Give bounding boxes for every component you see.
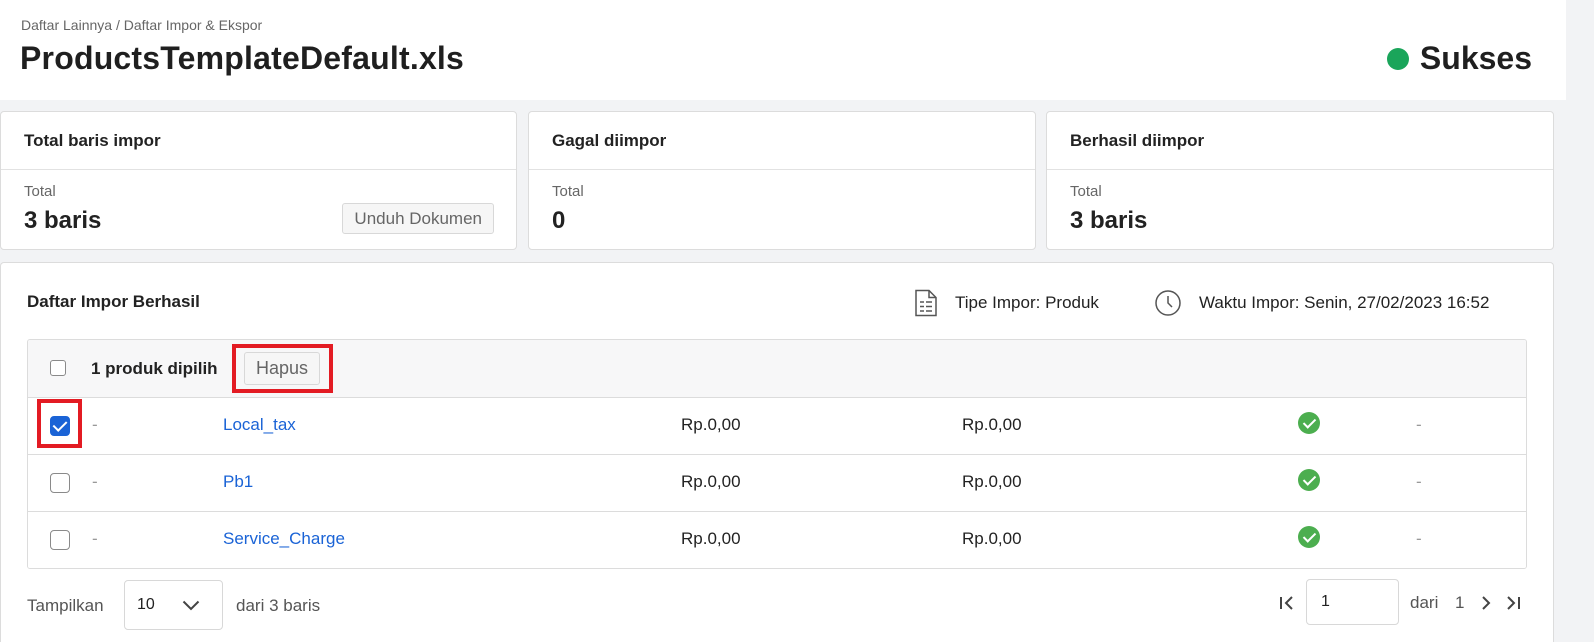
import-time-text: Waktu Impor: Senin, 27/02/2023 16:52: [1199, 293, 1490, 312]
row-checkbox[interactable]: [50, 473, 70, 493]
table-row: - Local_tax Rp.0,00 Rp.0,00 -: [28, 398, 1526, 455]
page-size-select[interactable]: 10: [124, 580, 223, 630]
status-text: Sukses: [1419, 40, 1532, 76]
card-subtitle: Total: [552, 183, 584, 200]
row-price: Rp.0,00: [962, 529, 1022, 548]
select-all-checkbox[interactable]: [50, 360, 66, 376]
document-icon: [915, 289, 937, 317]
import-time-meta: Waktu Impor: Senin, 27/02/2023 16:52: [1154, 289, 1489, 317]
card-subtitle: Total: [24, 183, 56, 200]
page-size-value: 10: [137, 596, 155, 613]
card-subtitle: Total: [1070, 183, 1102, 200]
card-title: Gagal diimpor: [552, 131, 667, 150]
card-value: 0: [552, 207, 566, 234]
success-check-icon: [1298, 469, 1320, 491]
row-note: -: [1416, 529, 1422, 548]
success-check-icon: [1298, 412, 1320, 434]
row-code: -: [92, 472, 98, 491]
card-divider: [529, 169, 1035, 170]
card-divider: [1, 169, 516, 170]
next-page-icon[interactable]: [1476, 593, 1496, 613]
panel-title: Daftar Impor Berhasil: [27, 292, 200, 311]
success-import-panel: Daftar Impor Berhasil Tipe Impor: Produk…: [0, 262, 1554, 642]
download-document-button[interactable]: Unduh Dokumen: [342, 203, 494, 234]
product-name-link[interactable]: Local_tax: [223, 415, 296, 435]
row-note: -: [1416, 472, 1422, 491]
success-check-icon: [1298, 526, 1320, 548]
clock-icon: [1155, 290, 1181, 316]
row-code: -: [92, 529, 98, 548]
status-dot-icon: [1386, 47, 1409, 70]
import-type-meta: Tipe Impor: Produk: [914, 289, 1099, 317]
row-price: Rp.0,00: [681, 472, 741, 491]
product-name-link[interactable]: Service_Charge: [223, 529, 345, 549]
delete-button-highlight: [232, 344, 333, 393]
row-checkbox-highlight: [37, 399, 82, 448]
card-success: Berhasil diimpor Total 3 baris: [1046, 111, 1554, 250]
chevron-down-icon: [182, 600, 200, 611]
row-price: Rp.0,00: [681, 415, 741, 434]
last-page-icon[interactable]: [1503, 593, 1523, 613]
card-divider: [1047, 169, 1553, 170]
card-title: Total baris impor: [24, 131, 161, 150]
selected-count-text: 1 produk dipilih: [91, 359, 218, 378]
total-pages: 1: [1455, 593, 1465, 612]
breadcrumb[interactable]: Daftar Lainnya / Daftar Impor & Ekspor: [21, 17, 262, 33]
total-rows-label: dari 3 baris: [236, 596, 321, 615]
card-total-rows: Total baris impor Total 3 baris Unduh Do…: [0, 111, 517, 250]
row-checkbox[interactable]: [50, 530, 70, 550]
page-header: Daftar Lainnya / Daftar Impor & Ekspor P…: [0, 0, 1566, 100]
card-title: Berhasil diimpor: [1070, 131, 1205, 150]
card-value: 3 baris: [1070, 207, 1148, 234]
row-price: Rp.0,00: [962, 415, 1022, 434]
card-failed: Gagal diimpor Total 0: [528, 111, 1036, 250]
card-value: 3 baris: [24, 207, 102, 234]
status-indicator: Sukses: [1386, 40, 1532, 77]
page-of-label: dari: [1410, 593, 1439, 612]
product-name-link[interactable]: Pb1: [223, 472, 253, 492]
row-code: -: [92, 415, 98, 434]
first-page-icon[interactable]: [1277, 593, 1297, 613]
row-note: -: [1416, 415, 1422, 434]
table-row: - Pb1 Rp.0,00 Rp.0,00 -: [28, 455, 1526, 512]
row-price: Rp.0,00: [962, 472, 1022, 491]
page-title: ProductsTemplateDefault.xls: [20, 40, 465, 76]
show-label: Tampilkan: [27, 596, 104, 615]
row-price: Rp.0,00: [681, 529, 741, 548]
table-row: - Service_Charge Rp.0,00 Rp.0,00 -: [28, 512, 1526, 568]
import-type-text: Tipe Impor: Produk: [955, 293, 1099, 312]
current-page-input[interactable]: [1306, 579, 1399, 625]
